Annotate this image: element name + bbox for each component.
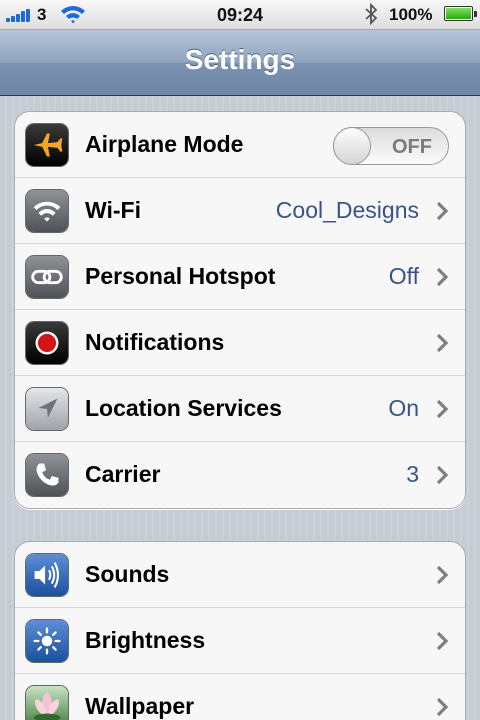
chevron-right-icon — [436, 697, 449, 717]
chevron-right-icon — [436, 631, 449, 651]
settings-group-display: Sounds Brightness Wallpaper — [14, 541, 466, 720]
row-label: Brightness — [85, 627, 206, 653]
row-label: Sounds — [85, 561, 170, 587]
settings-row-personal-hotspot[interactable]: Personal Hotspot Off — [15, 244, 465, 310]
airplane-icon — [25, 123, 69, 167]
toggle-state-text: OFF — [392, 136, 432, 158]
row-label: Notifications — [85, 329, 225, 355]
page-title: Settings — [184, 44, 296, 75]
chevron-right-icon — [436, 267, 449, 287]
toggle-knob — [333, 127, 371, 165]
row-label: Carrier — [85, 461, 161, 487]
settings-row-notifications[interactable]: Notifications — [15, 310, 465, 376]
settings-row-sounds[interactable]: Sounds — [15, 542, 465, 608]
row-label: Location Services — [85, 395, 282, 421]
settings-row-wallpaper[interactable]: Wallpaper — [15, 674, 465, 720]
speaker-icon — [25, 553, 69, 597]
chevron-right-icon — [436, 333, 449, 353]
row-value: Cool_Designs — [275, 197, 419, 223]
chevron-right-icon — [436, 465, 449, 485]
row-value: Off — [388, 263, 419, 289]
settings-row-airplane-mode: Airplane Mode OFF — [15, 112, 465, 178]
row-label: Airplane Mode — [85, 131, 244, 157]
wifi-icon — [25, 189, 69, 233]
row-value: On — [388, 395, 419, 421]
settings-row-carrier[interactable]: Carrier 3 — [15, 442, 465, 508]
battery-fill — [446, 8, 471, 19]
airplane-mode-toggle[interactable]: OFF — [333, 127, 449, 165]
battery-icon — [444, 6, 473, 21]
row-label: Wallpaper — [85, 693, 195, 719]
phone-icon — [25, 453, 69, 497]
status-bar: 3 09:24 100% — [0, 0, 480, 30]
settings-row-wifi[interactable]: Wi-Fi Cool_Designs — [15, 178, 465, 244]
battery-percentage: 100% — [389, 5, 433, 24]
battery-tip — [474, 11, 477, 17]
bluetooth-icon — [364, 2, 378, 26]
row-value: 3 — [406, 461, 419, 487]
row-label: Wi-Fi — [85, 197, 141, 223]
brightness-icon — [25, 619, 69, 663]
chevron-right-icon — [436, 201, 449, 221]
flower-icon — [25, 685, 69, 720]
chevron-right-icon — [436, 565, 449, 585]
settings-row-brightness[interactable]: Brightness — [15, 608, 465, 674]
settings-row-location-services[interactable]: Location Services On — [15, 376, 465, 442]
navigation-bar: Settings — [0, 30, 480, 96]
settings-group-network: Airplane Mode OFF Wi-Fi Cool_Designs Per… — [14, 111, 466, 509]
row-label: Personal Hotspot — [85, 263, 276, 289]
location-icon — [25, 387, 69, 431]
notifications-icon — [25, 321, 69, 365]
chevron-right-icon — [436, 399, 449, 419]
hotspot-icon — [25, 255, 69, 299]
